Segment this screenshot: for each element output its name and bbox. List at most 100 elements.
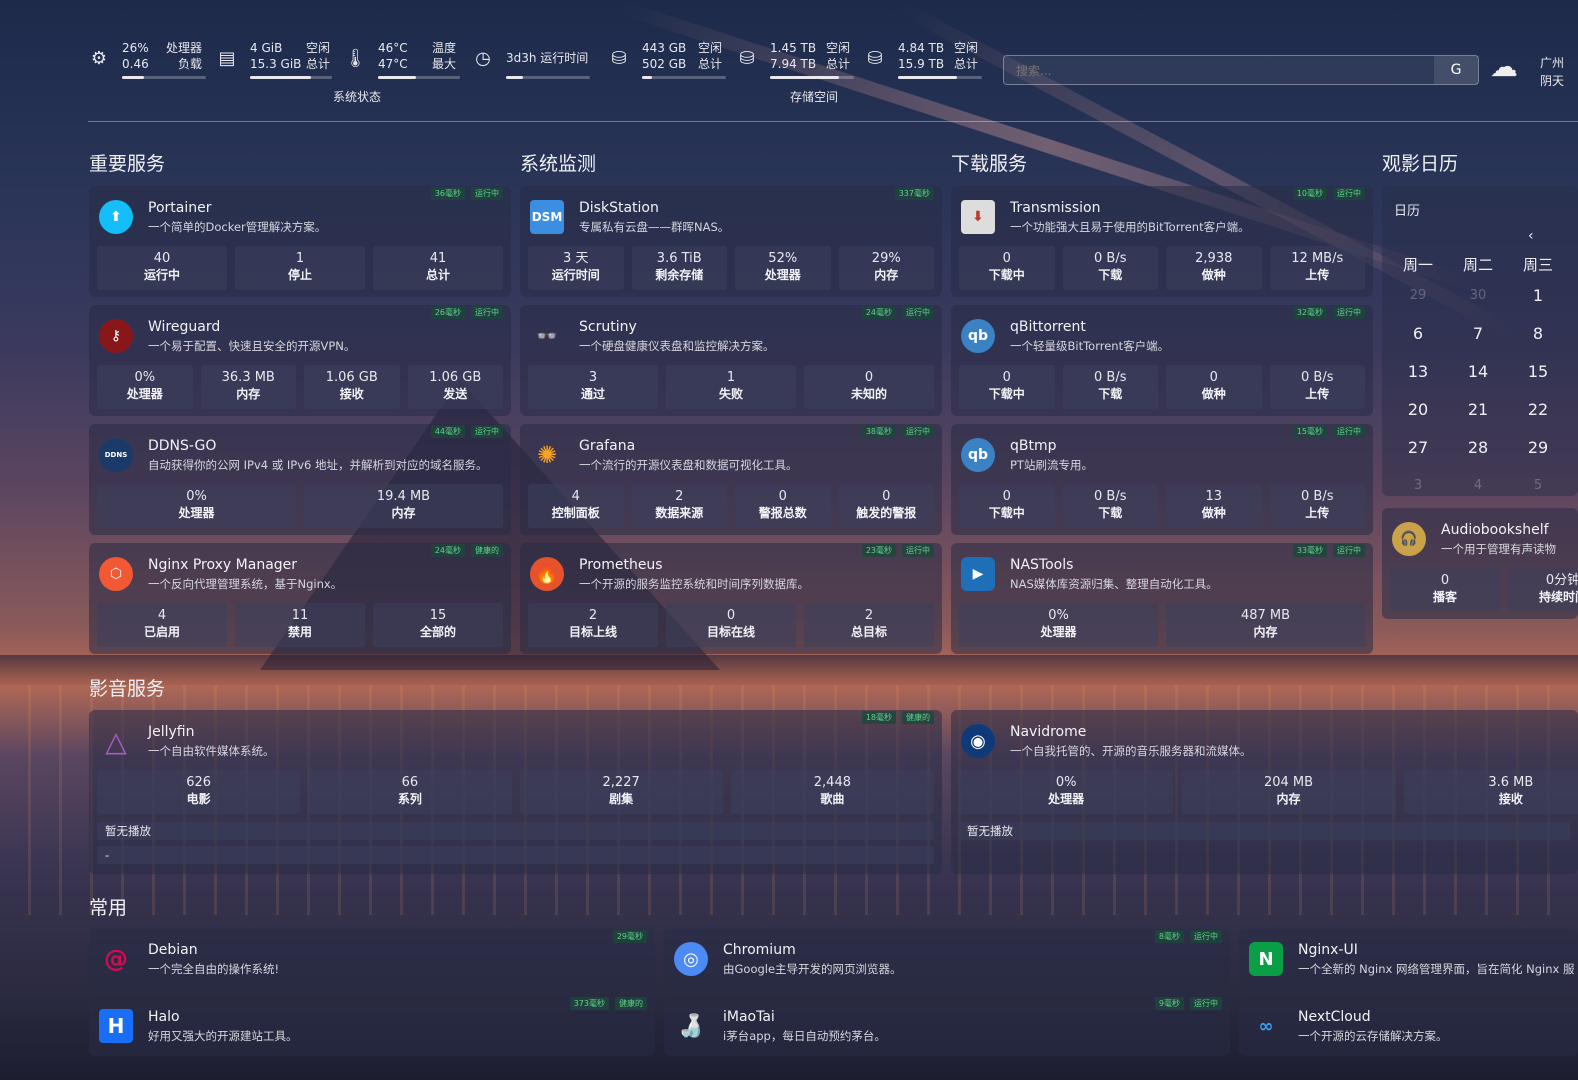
service-name: NASTools xyxy=(1010,557,1074,573)
calendar-prev-button[interactable]: ‹ xyxy=(1528,228,1534,244)
calendar-day[interactable]: 7 xyxy=(1448,314,1508,352)
metric: 29% 内存 xyxy=(838,246,934,290)
metric: 3 通过 xyxy=(528,365,658,409)
service-metrics: 0 下载中 0 B/s 下载 0 做种 0 B/s 上传 xyxy=(959,365,1365,409)
service-card-qbtmp[interactable]: qb qBtmp PT站刷流专用。 15毫秒 运行中 0 下载中 0 B/s 下载 1… xyxy=(951,424,1373,535)
status-badge: 健康的 xyxy=(615,997,647,1010)
service-name: Wireguard xyxy=(148,319,221,335)
service-name: Transmission xyxy=(1010,200,1101,216)
service-card-grafana[interactable]: ✺ Grafana 一个流行的开源仪表盘和数据可视化工具。 38毫秒 运行中 4控… xyxy=(520,424,942,535)
service-card-nginx-proxy-manager[interactable]: ⬡ Nginx Proxy Manager 一个反向代理管理系统，基于Nginx… xyxy=(89,543,511,654)
calendar-title: 日历 xyxy=(1394,204,1421,219)
service-metrics: 0% 处理器 204 MB 内存 3.6 MB 接收 xyxy=(959,770,1578,814)
metric: 1.06 GB 接收 xyxy=(304,365,400,409)
bookmark-imaotai[interactable]: 🍶 iMaoTai i茅台app，每日自动预约茅台。 9毫秒 运行中 xyxy=(664,996,1230,1056)
bookmark-nginx-ui[interactable]: N Nginx-UI 一个全新的 Nginx 网络管理界面，旨在简化 Nginx… xyxy=(1239,929,1578,989)
section-title-media: 影音服务 xyxy=(89,678,166,700)
service-metrics: 0% 处理器 487 MB 内存 xyxy=(959,603,1365,647)
service-description: 一个易于配置、快速且安全的开源VPN。 xyxy=(148,339,356,353)
temperature-bar xyxy=(378,76,460,79)
metric: 12 MB/s 上传 xyxy=(1269,246,1365,290)
calendar-day[interactable]: 13 xyxy=(1388,352,1448,390)
calendar-day[interactable]: 8 xyxy=(1508,314,1568,352)
metric: 0 B/s 下载 xyxy=(1062,484,1158,528)
vinyl-icon: ◉ xyxy=(961,724,995,758)
service-card-jellyfin[interactable]: △ Jellyfin 一个自由软件媒体系统。 18毫秒 健康的 626 电影 66 系… xyxy=(89,710,942,874)
service-name: Nginx Proxy Manager xyxy=(148,557,298,573)
service-card-nastools[interactable]: ▶ NASTools NAS媒体库资源归集、整理自动化工具。 33毫秒 运行中 0… xyxy=(951,543,1373,654)
service-metrics: 2 目标上线 0 目标在线 2 总目标 xyxy=(528,603,934,647)
metric: 13 做种 xyxy=(1166,484,1262,528)
calendar-day[interactable]: 28 xyxy=(1448,428,1508,466)
status-badge: 运行中 xyxy=(1190,997,1222,1010)
latency-badge: 24毫秒 xyxy=(861,306,896,319)
wireguard-icon: ⚷ xyxy=(99,319,133,353)
metric: 204 MB 内存 xyxy=(1181,770,1396,814)
metric: 2,938 做种 xyxy=(1166,246,1262,290)
latency-badge: 24毫秒 xyxy=(430,544,465,557)
service-card-wireguard[interactable]: ⚷ Wireguard 一个易于配置、快速且安全的开源VPN。 26毫秒 运行中 … xyxy=(89,305,511,416)
service-card-scrutiny[interactable]: 👓 Scrutiny 一个硬盘健康仪表盘和监控解决方案。 24毫秒 运行中 3 通过… xyxy=(520,305,942,416)
calendar-day[interactable]: 21 xyxy=(1448,390,1508,428)
calendar-day[interactable]: 22 xyxy=(1508,390,1568,428)
service-card-ddns-go[interactable]: DDNS DDNS-GO 自动获得你的公网 IPv4 或 IPv6 地址，并解析… xyxy=(89,424,511,535)
calendar-day[interactable]: 14 xyxy=(1448,352,1508,390)
search-engine-button[interactable]: G xyxy=(1434,56,1478,84)
storage-label: 存储空间 xyxy=(790,90,839,104)
service-card-navidrome[interactable]: ◉ Navidrome 一个自我托管的、开源的音乐服务器和流媒体。 0% 处理器 … xyxy=(951,710,1578,874)
service-name: Portainer xyxy=(148,200,212,216)
bookmark-halo[interactable]: H Halo 好用又强大的开源建站工具。 373毫秒 健康的 xyxy=(89,996,655,1056)
service-metrics: 0% 处理器 36.3 MB 内存 1.06 GB 接收 1.06 GB 发送 xyxy=(97,365,503,409)
calendar-day[interactable]: 15 xyxy=(1508,352,1568,390)
latency-badge: 15毫秒 xyxy=(1292,425,1327,438)
metric: 2,227 剧集 xyxy=(519,770,723,814)
disk3-free: 4.84 TB xyxy=(898,41,945,55)
weather-widget[interactable]: ☁ 广州 阴天 xyxy=(1490,50,1578,90)
service-card-prometheus[interactable]: 🔥 Prometheus 一个开源的服务监控系统和时间序列数据库。 23毫秒 运行… xyxy=(520,543,942,654)
free-label: 空闲 xyxy=(698,41,723,55)
service-description: 一个自由软件媒体系统。 xyxy=(148,744,275,758)
calendar-day[interactable]: 6 xyxy=(1388,314,1448,352)
calendar-day[interactable]: 4 xyxy=(1448,466,1508,504)
bookmark-description: 一个开源的云存储解决方案。 xyxy=(1298,1029,1448,1043)
calendar-day[interactable]: 3 xyxy=(1388,466,1448,504)
metric: 40 运行中 xyxy=(97,246,227,290)
bookmark-name: Chromium xyxy=(723,942,796,958)
calendar-day[interactable]: 27 xyxy=(1388,428,1448,466)
service-card-transmission[interactable]: ⬇ Transmission 一个功能强大且易于使用的BitTorrent客户端… xyxy=(951,186,1373,297)
bookmark-nextcloud[interactable]: ∞ NextCloud 一个开源的云存储解决方案。 xyxy=(1239,996,1578,1056)
calendar-day[interactable]: 5 xyxy=(1508,466,1568,504)
latency-badge: 373毫秒 xyxy=(569,997,609,1010)
bookmark-chromium[interactable]: ◎ Chromium 由Google主导开发的网页浏览器。 8毫秒 运行中 xyxy=(664,929,1230,989)
service-card-diskstation[interactable]: DSM DiskStation 专属私有云盘——群晖NAS。 337毫秒 3 天… xyxy=(520,186,942,297)
metric: 626 电影 xyxy=(97,770,301,814)
calendar-day[interactable]: 29 xyxy=(1508,428,1568,466)
nextcloud-icon: ∞ xyxy=(1258,1015,1274,1037)
service-card-portainer[interactable]: ⬆ Portainer 一个简单的Docker管理解决方案。 36毫秒 运行中 4… xyxy=(89,186,511,297)
service-name: Jellyfin xyxy=(148,724,195,740)
metric: 0% 处理器 xyxy=(97,365,193,409)
search-input[interactable] xyxy=(1014,60,1418,82)
disk3-total: 15.9 TB xyxy=(898,57,945,71)
bookmark-debian[interactable]: @ Debian 一个完全自由的操作系统! 29毫秒 xyxy=(89,929,655,989)
service-card-audiobookshelf[interactable]: 🎧 Audiobookshelf 一个用于管理有声读物 0播客 0分钟持续时间 xyxy=(1382,508,1578,619)
calendar-day[interactable]: 1 xyxy=(1508,276,1568,314)
metric: 15 全部的 xyxy=(373,603,503,647)
metric: 0 播客 xyxy=(1390,568,1500,612)
calendar-day[interactable]: 30 xyxy=(1448,276,1508,314)
service-description: 一个反向代理管理系统，基于Nginx。 xyxy=(148,577,343,591)
calendar-day[interactable]: 20 xyxy=(1388,390,1448,428)
metric: 0% 处理器 xyxy=(959,770,1174,814)
bookmark-name: Nginx-UI xyxy=(1298,942,1358,958)
calendar-day[interactable]: 29 xyxy=(1388,276,1448,314)
temp-current: 46°C xyxy=(378,41,408,55)
hard-drive-icon: ⛁ xyxy=(867,48,883,69)
background-horizon xyxy=(0,655,1578,685)
weekday-header: 周二 xyxy=(1462,255,1493,274)
metric: 0 下载中 xyxy=(959,246,1055,290)
free-label: 空闲 xyxy=(306,41,331,55)
service-card-qbittorrent[interactable]: qb qBittorrent 一个轻量级BitTorrent客户端。 32毫秒运… xyxy=(951,305,1373,416)
free-label: 空闲 xyxy=(826,41,851,55)
grafana-icon: ✺ xyxy=(536,441,558,469)
bookmark-description: 一个完全自由的操作系统! xyxy=(148,962,280,976)
